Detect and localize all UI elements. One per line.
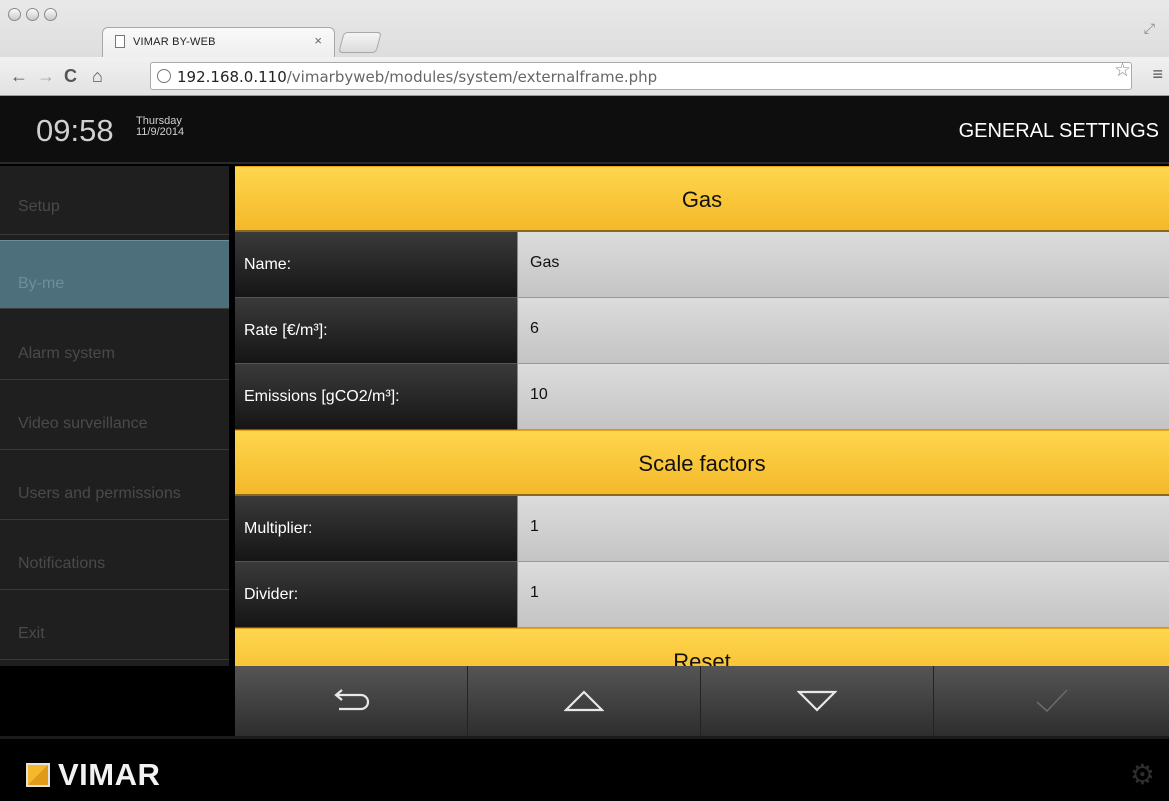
window-close-button[interactable] xyxy=(8,8,21,21)
sidebar-item-label: Notifications xyxy=(18,555,106,572)
sidebar-item-users-and-permissions[interactable]: Users and permissions xyxy=(0,451,229,520)
name-field[interactable]: Gas xyxy=(517,232,1169,298)
field-value: 1 xyxy=(530,584,539,601)
field-label: Emissions [gCO2/m³]: xyxy=(235,364,517,430)
sidebar-item-label: Alarm system xyxy=(18,345,115,362)
back-button[interactable] xyxy=(235,666,468,736)
sidebar-item-label: Exit xyxy=(18,625,45,642)
sidebar-item-label: Users and permissions xyxy=(18,485,181,502)
section-title: Reset xyxy=(673,649,731,666)
section-header-reset: Reset xyxy=(235,628,1169,666)
home-icon[interactable]: ⌂ xyxy=(92,64,103,88)
vimar-logo-icon xyxy=(26,763,50,787)
window-minimize-button[interactable] xyxy=(26,8,39,21)
sidebar: Setup By-me Alarm system Video surveilla… xyxy=(0,166,229,666)
site-info-icon[interactable] xyxy=(157,69,171,83)
new-tab-button[interactable] xyxy=(338,32,382,53)
action-bar xyxy=(235,666,1169,736)
return-icon xyxy=(334,689,370,711)
section-title: Scale factors xyxy=(638,451,766,476)
confirm-button[interactable] xyxy=(934,666,1169,736)
field-label: Multiplier: xyxy=(235,496,517,562)
url-host: 192.168.0.110 xyxy=(177,68,287,86)
divider-field[interactable]: 1 xyxy=(517,562,1169,628)
url-path: /vimarbyweb/modules/system/externalframe… xyxy=(286,68,658,86)
app-footer: VIMAR ⚙ xyxy=(0,736,1169,801)
bookmark-star-icon[interactable]: ☆ xyxy=(1114,59,1131,82)
reload-icon[interactable]: C xyxy=(64,64,77,88)
field-value: 10 xyxy=(530,386,548,403)
triangle-up-icon xyxy=(564,690,604,712)
date-block: Thursday 11/9/2014 xyxy=(136,116,184,138)
page-icon xyxy=(115,35,125,48)
scroll-up-button[interactable] xyxy=(468,666,701,736)
field-row-rate: Rate [€/m³]: 6 xyxy=(235,298,1169,364)
field-label-text: Emissions [gCO2/m³]: xyxy=(244,388,400,405)
address-bar[interactable]: 192.168.0.110/vimarbyweb/modules/system/… xyxy=(150,62,1132,90)
multiplier-field[interactable]: 1 xyxy=(517,496,1169,562)
field-row-name: Name: Gas xyxy=(235,232,1169,298)
rate-field[interactable]: 6 xyxy=(517,298,1169,364)
section-header-scale-factors: Scale factors xyxy=(235,430,1169,496)
vimar-logo-text: VIMAR xyxy=(58,757,161,792)
sidebar-item-setup[interactable]: Setup xyxy=(0,166,229,235)
field-value: 1 xyxy=(530,518,539,535)
sidebar-item-video-surveillance[interactable]: Video surveillance xyxy=(0,381,229,450)
page-title: GENERAL SETTINGS xyxy=(958,120,1159,142)
triangle-down-icon xyxy=(797,690,837,712)
back-icon[interactable]: ← xyxy=(10,64,28,88)
field-label: Rate [€/m³]: xyxy=(235,298,517,364)
section-header-gas: Gas xyxy=(235,166,1169,232)
fullscreen-icon[interactable]: ⤢ xyxy=(1144,20,1155,37)
field-value: 6 xyxy=(530,320,539,337)
field-row-multiplier: Multiplier: 1 xyxy=(235,496,1169,562)
tab-close-icon[interactable]: × xyxy=(314,33,322,48)
field-row-emissions: Emissions [gCO2/m³]: 10 xyxy=(235,364,1169,430)
gear-icon[interactable]: ⚙ xyxy=(1130,758,1155,791)
sidebar-item-label: Setup xyxy=(18,198,60,215)
field-label-text: Name: xyxy=(244,256,292,273)
sidebar-footer xyxy=(0,666,229,736)
field-label-text: Divider: xyxy=(244,586,299,603)
window-zoom-button[interactable] xyxy=(44,8,57,21)
browser-tab-bar: VIMAR BY-WEB × ⤢ xyxy=(0,0,1169,57)
app-header: 09:58 Thursday 11/9/2014 GENERAL SETTING… xyxy=(0,96,1169,164)
field-label: Name: xyxy=(235,232,517,298)
browser-menu-icon[interactable]: ≡ xyxy=(1152,64,1163,85)
clock-time: 09:58 xyxy=(36,113,114,148)
field-label-text: Multiplier: xyxy=(244,520,313,537)
sidebar-item-alarm-system[interactable]: Alarm system xyxy=(0,311,229,380)
scroll-down-button[interactable] xyxy=(701,666,934,736)
emissions-field[interactable]: 10 xyxy=(517,364,1169,430)
address-url[interactable]: 192.168.0.110/vimarbyweb/modules/system/… xyxy=(177,68,657,86)
date: 11/9/2014 xyxy=(136,126,185,138)
checkmark-icon xyxy=(1035,689,1068,713)
sidebar-item-by-me[interactable]: By-me xyxy=(0,240,229,309)
sidebar-item-exit[interactable]: Exit xyxy=(0,591,229,660)
settings-panel: Gas Name: Gas Rate [€/m³]: 6 Emissions [… xyxy=(235,166,1169,666)
tab-title: VIMAR BY-WEB xyxy=(133,36,216,48)
section-title: Gas xyxy=(681,187,723,212)
sidebar-item-label: Video surveillance xyxy=(18,415,148,432)
field-value: Gas xyxy=(530,254,560,271)
field-row-divider: Divider: 1 xyxy=(235,562,1169,628)
browser-toolbar: ← → C ⌂ 192.168.0.110/vimarbyweb/modules… xyxy=(0,57,1169,95)
field-label: Divider: xyxy=(235,562,517,628)
forward-icon[interactable]: → xyxy=(37,64,55,88)
browser-tab[interactable]: VIMAR BY-WEB × xyxy=(102,27,335,57)
browser-chrome: VIMAR BY-WEB × ⤢ ← → C ⌂ 192.168.0.110/v… xyxy=(0,0,1169,96)
field-label-text: Rate [€/m³]: xyxy=(244,322,328,339)
sidebar-item-notifications[interactable]: Notifications xyxy=(0,521,229,590)
sidebar-item-label: By-me xyxy=(18,275,65,292)
